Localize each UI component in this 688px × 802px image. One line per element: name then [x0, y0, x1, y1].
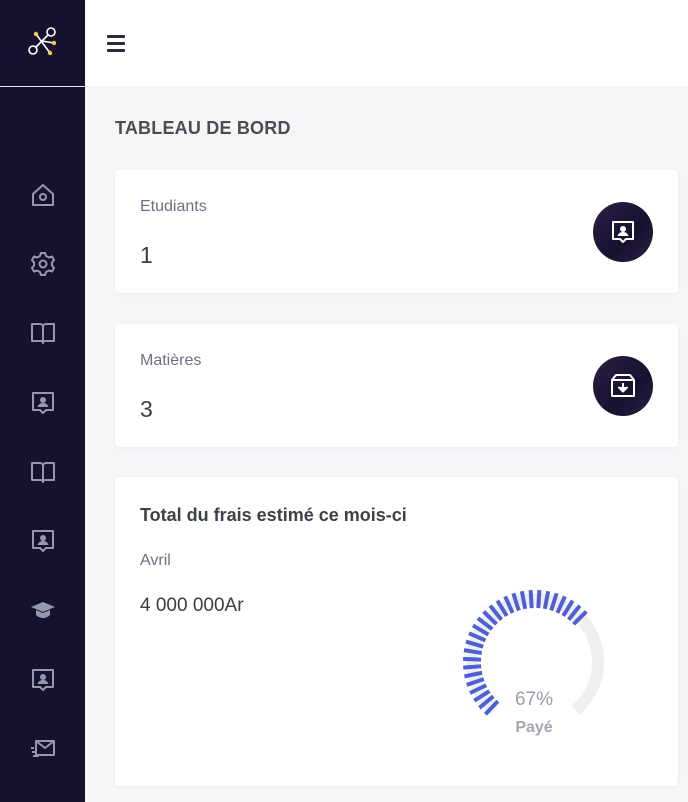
sidebar-item-settings[interactable] [0, 229, 85, 298]
gauge-segment [528, 590, 534, 609]
students-count: 1 [140, 242, 153, 268]
gauge-label: Payé [515, 719, 553, 736]
sidebar-item-teachers[interactable] [0, 506, 85, 575]
gauge-segment [462, 656, 482, 662]
sidebar-item-messages[interactable] [0, 714, 85, 783]
user-badge-icon [31, 668, 54, 691]
gauge-percent: 67% [514, 689, 554, 710]
fees-month: Avril [140, 552, 171, 569]
subjects-count: 3 [140, 396, 153, 422]
sidebar-item-users[interactable] [0, 645, 85, 714]
page-title: TABLEAU DE BORD [115, 118, 291, 138]
students-card: Etudiants 1 [115, 170, 678, 293]
sidebar-nav [0, 160, 85, 784]
sidebar-item-library[interactable] [0, 437, 85, 506]
network-nodes-icon [27, 27, 56, 56]
subjects-label: Matières [140, 352, 202, 369]
fees-card: Total du frais estimé ce mois-ci Avril 4… [115, 477, 678, 786]
gauge-segment [536, 590, 542, 609]
hamburger-icon[interactable] [107, 32, 129, 54]
user-badge-icon [612, 221, 634, 243]
book-open-icon [30, 323, 55, 345]
students-icon-badge [593, 202, 653, 262]
user-badge-icon [31, 530, 54, 553]
fees-title: Total du frais estimé ce mois-ci [140, 505, 407, 525]
mail-send-icon [30, 740, 55, 758]
gear-icon [30, 251, 55, 276]
sidebar-item-graduation[interactable] [0, 576, 85, 645]
graduation-cap-icon [30, 602, 55, 619]
subjects-card: Matières 3 [115, 324, 678, 447]
sidebar [0, 0, 85, 802]
topbar [85, 0, 688, 86]
sidebar-item-students[interactable] [0, 368, 85, 437]
sidebar-item-courses[interactable] [0, 299, 85, 368]
subjects-icon-badge [593, 356, 653, 416]
fees-amount: 4 000 000Ar [140, 595, 244, 616]
gauge-segment [463, 664, 482, 670]
home-icon [31, 183, 54, 206]
students-label: Etudiants [140, 198, 207, 215]
brand-logo[interactable] [0, 0, 85, 87]
archive-download-icon [611, 374, 635, 397]
user-badge-icon [31, 391, 54, 414]
sidebar-item-home[interactable] [0, 160, 85, 229]
book-open-icon [30, 461, 55, 483]
